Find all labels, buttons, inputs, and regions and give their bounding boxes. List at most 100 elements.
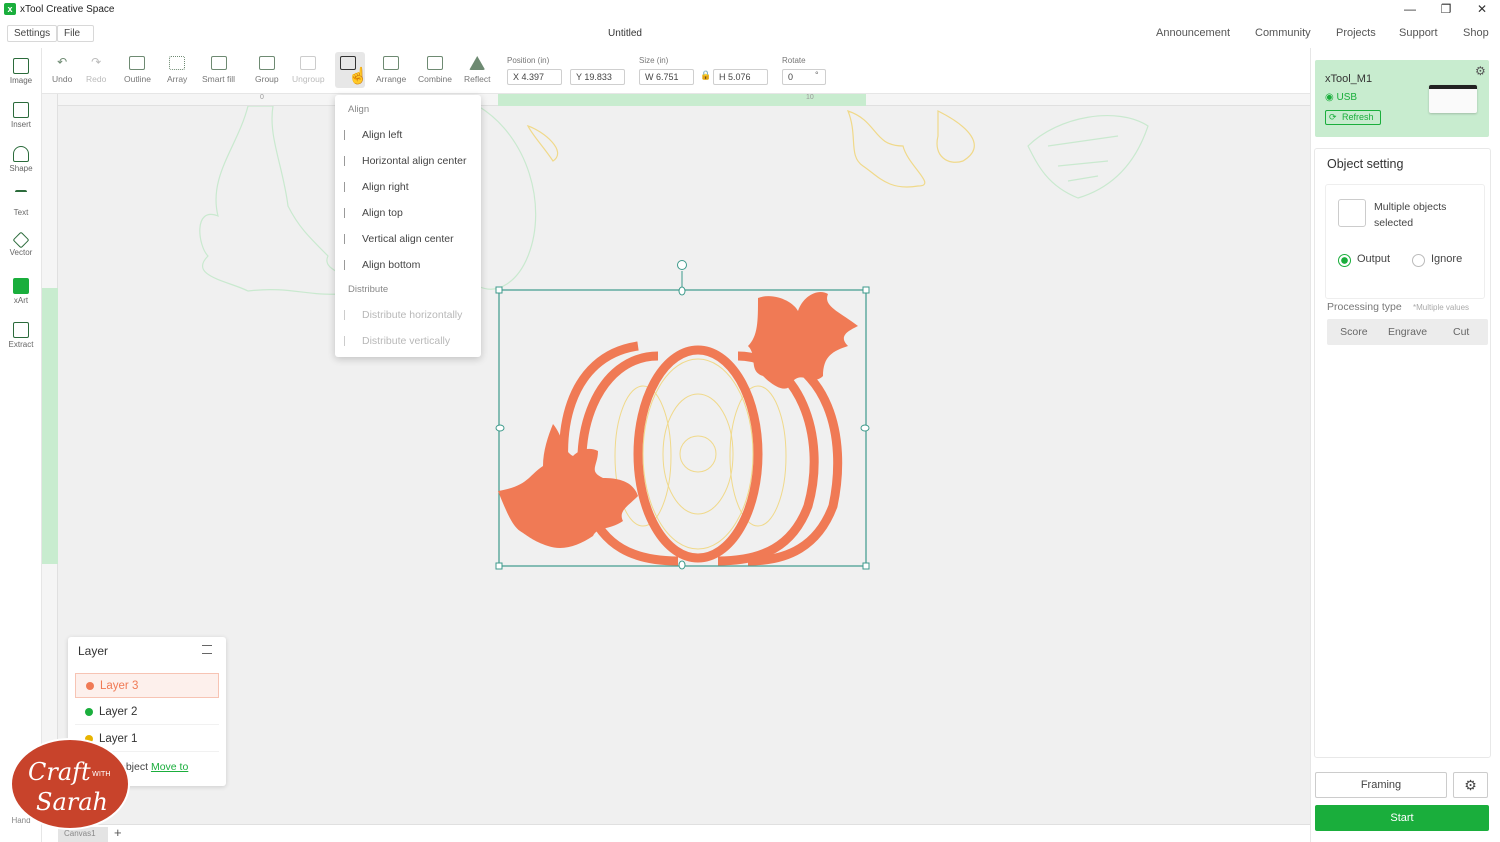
position-y-field[interactable]: Y 19.833 bbox=[570, 69, 625, 85]
layer-row[interactable]: Layer 3 bbox=[75, 673, 219, 698]
horizontal-center-icon bbox=[344, 156, 354, 166]
minimize-button[interactable]: — bbox=[1392, 0, 1428, 18]
window-controls: — ❐ ✕ bbox=[1392, 0, 1500, 18]
app-logo-icon: x bbox=[4, 3, 16, 15]
refresh-button[interactable]: ⟳ Refresh bbox=[1325, 110, 1381, 125]
arrange-icon bbox=[383, 56, 400, 70]
align-header: Align bbox=[348, 104, 370, 115]
undo-button[interactable]: ↶ Undo bbox=[52, 56, 72, 84]
insert-icon bbox=[13, 102, 29, 118]
tool-extract[interactable]: Extract bbox=[0, 322, 42, 349]
reflect-button[interactable]: Reflect bbox=[464, 56, 490, 84]
settings-gear-icon[interactable]: ⚙ bbox=[1453, 772, 1488, 798]
pen-icon bbox=[12, 231, 30, 249]
menu-distribute-horizontally[interactable]: Distribute horizontally bbox=[335, 303, 481, 327]
logo-text-craft: Craft bbox=[28, 758, 91, 786]
group-button[interactable]: Group bbox=[255, 56, 279, 84]
nav-announcement[interactable]: Announcement bbox=[1156, 27, 1230, 39]
align-right-icon bbox=[344, 182, 354, 192]
position-x-field[interactable]: X 4.397 bbox=[507, 69, 562, 85]
menu-bar: Settings File Untitled Announcement Comm… bbox=[0, 22, 1500, 46]
multiple-objects-icon bbox=[1338, 199, 1366, 227]
redo-icon: ↷ bbox=[91, 55, 102, 69]
device-connection: ◉ USB bbox=[1325, 92, 1358, 103]
ignore-radio[interactable]: Ignore bbox=[1412, 253, 1462, 267]
top-toolbar: ↶ Undo ↷ Redo Outline Array Smart fill Gro… bbox=[42, 48, 1310, 94]
craft-with-sarah-logo: Craft WITH Sarah bbox=[10, 738, 130, 830]
size-w-field[interactable]: W 6.751 bbox=[639, 69, 694, 85]
menu-distribute-vertically[interactable]: Distribute vertically bbox=[335, 329, 481, 353]
tab-cut[interactable]: Cut bbox=[1434, 319, 1488, 345]
size-h-field[interactable]: H 5.076 bbox=[713, 69, 768, 85]
ungroup-button[interactable]: Ungroup bbox=[292, 56, 325, 84]
nav-community[interactable]: Community bbox=[1255, 27, 1311, 39]
combine-button[interactable]: Combine bbox=[418, 56, 452, 84]
left-toolbar: Image Insert Shape Text Vector xArt Extr… bbox=[0, 48, 42, 842]
align-bottom-icon bbox=[344, 260, 354, 270]
close-button[interactable]: ✕ bbox=[1464, 0, 1500, 18]
menu-align-left[interactable]: Align left bbox=[335, 123, 481, 147]
distribute-header: Distribute bbox=[348, 284, 389, 295]
tool-vector[interactable]: Vector bbox=[0, 231, 42, 257]
rotate-field[interactable]: 0 bbox=[782, 69, 826, 85]
group-icon bbox=[258, 56, 275, 70]
lock-ratio-icon[interactable]: 🔒 bbox=[700, 70, 711, 81]
device-image bbox=[1429, 85, 1477, 113]
layer-menu-icon[interactable] bbox=[202, 645, 212, 654]
logo-text-with: WITH bbox=[92, 770, 111, 778]
device-name: xTool_M1 bbox=[1325, 73, 1373, 85]
layer-row[interactable]: Layer 2 bbox=[75, 700, 219, 725]
logo-text-sarah: Sarah bbox=[36, 788, 108, 816]
position-label: Position (in) bbox=[507, 56, 550, 65]
move-to-link[interactable]: Move to bbox=[151, 761, 188, 773]
menu-align-right[interactable]: Align right bbox=[335, 175, 481, 199]
smart-fill-icon bbox=[210, 56, 227, 70]
menu-horizontal-align-center[interactable]: Horizontal align center bbox=[335, 149, 481, 173]
align-top-icon bbox=[344, 208, 354, 218]
output-radio[interactable]: Output bbox=[1338, 253, 1390, 267]
arrange-button[interactable]: Arrange bbox=[376, 56, 406, 84]
framing-button[interactable]: Framing bbox=[1315, 772, 1447, 798]
ungroup-icon bbox=[300, 56, 317, 70]
tool-shape[interactable]: Shape bbox=[0, 146, 42, 173]
start-button[interactable]: Start bbox=[1315, 805, 1489, 831]
settings-menu[interactable]: Settings bbox=[7, 25, 58, 42]
combine-icon bbox=[427, 56, 444, 70]
rotate-unit: ° bbox=[815, 70, 819, 80]
title-bar: x xTool Creative Space — ❐ ✕ bbox=[0, 0, 1500, 18]
menu-align-bottom[interactable]: Align bottom bbox=[335, 253, 481, 277]
maximize-button[interactable]: ❐ bbox=[1428, 0, 1464, 18]
smart-fill-button[interactable]: Smart fill bbox=[202, 56, 235, 84]
redo-button[interactable]: ↷ Redo bbox=[86, 56, 106, 84]
nav-projects[interactable]: Projects bbox=[1336, 27, 1376, 39]
menu-align-top[interactable]: Align top bbox=[335, 201, 481, 225]
outline-button[interactable]: Outline bbox=[124, 56, 151, 84]
gear-icon[interactable]: ⚙ bbox=[1475, 64, 1486, 78]
tool-text[interactable]: Text bbox=[0, 190, 42, 217]
layer-panel-title: Layer bbox=[78, 644, 109, 658]
ruler-left bbox=[42, 94, 58, 824]
canvas-artwork bbox=[199, 105, 1149, 570]
text-icon bbox=[15, 190, 27, 206]
tool-image[interactable]: Image bbox=[0, 58, 42, 85]
ruler-mark-0: 0 bbox=[260, 94, 264, 101]
layer-color-dot bbox=[85, 708, 93, 716]
menu-vertical-align-center[interactable]: Vertical align center bbox=[335, 227, 481, 251]
distribute-horizontal-icon bbox=[344, 310, 354, 320]
app-title: xTool Creative Space bbox=[20, 3, 115, 15]
tab-score[interactable]: Score bbox=[1327, 319, 1381, 345]
design-canvas[interactable] bbox=[58, 105, 1310, 824]
align-button[interactable]: ☝ bbox=[340, 56, 368, 85]
document-title: Untitled bbox=[608, 28, 642, 39]
nav-support[interactable]: Support bbox=[1399, 27, 1438, 39]
pumpkin-artwork[interactable] bbox=[498, 291, 858, 566]
tool-insert[interactable]: Insert bbox=[0, 102, 42, 129]
image-icon bbox=[13, 58, 29, 74]
array-button[interactable]: Array bbox=[167, 56, 187, 84]
file-menu[interactable]: File bbox=[57, 25, 94, 42]
nav-shop[interactable]: Shop bbox=[1463, 27, 1489, 39]
tool-xart[interactable]: xArt bbox=[0, 278, 42, 305]
device-card[interactable]: xTool_M1 ◉ USB ⟳ Refresh ⚙ bbox=[1315, 60, 1489, 137]
canvas-tab-bar: Canvas1 + bbox=[42, 824, 1310, 842]
tab-engrave[interactable]: Engrave bbox=[1381, 319, 1435, 345]
